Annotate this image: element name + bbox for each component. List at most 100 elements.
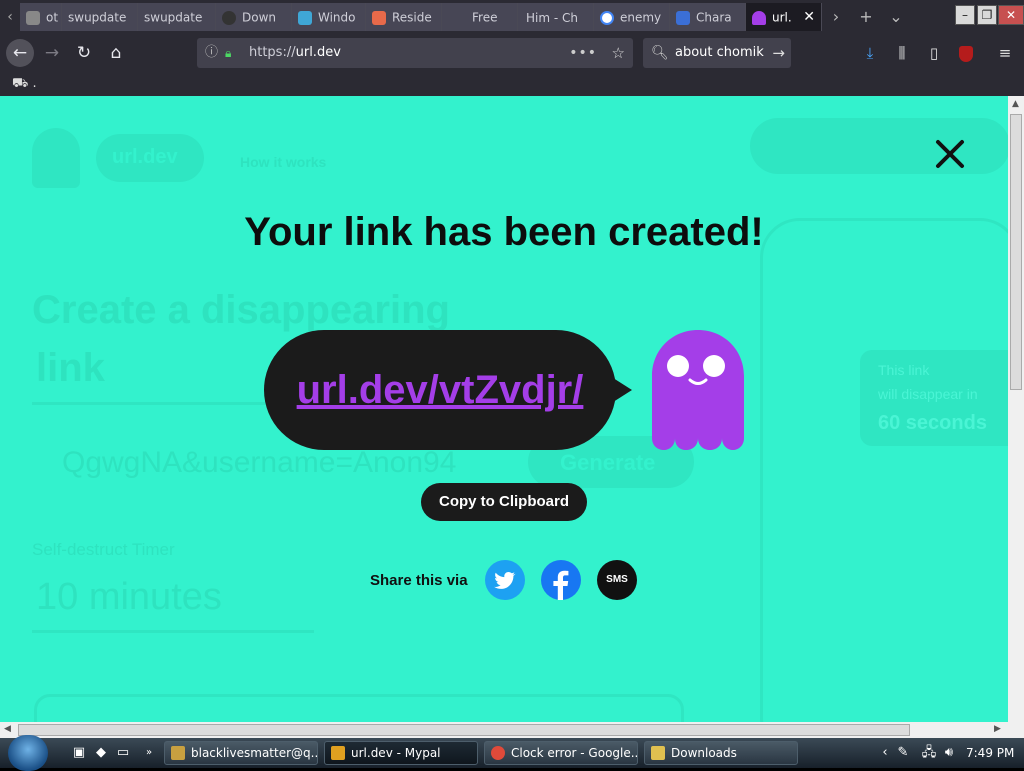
favicon-icon [222,10,236,25]
show-desktop-icon[interactable]: ▭ [114,744,132,762]
library-icon[interactable]: ⫼ [889,39,915,67]
search-query[interactable]: about chomik [675,38,764,68]
taskbar-item-active[interactable]: url.dev - Mypal [324,741,478,765]
background-panel [34,694,684,722]
sidebar-icon[interactable]: ▯ [921,39,947,67]
lock-icon[interactable]: 🔒︎ [225,38,231,68]
download-icon[interactable]: ⤓ [857,39,883,67]
tray-app-icon[interactable]: ✎ [894,744,912,762]
scroll-right-icon[interactable]: ▶ [994,724,1001,734]
background-phone [760,218,1008,722]
home-button[interactable]: ⌂ [102,39,130,67]
taskbar: ▣ ◆ ▭ » blacklivesmatter@q... url.dev - … [0,735,1024,771]
network-icon[interactable]: 🖧︎ [920,744,938,762]
tab[interactable]: Chara [670,3,746,31]
twitter-share-button[interactable] [485,560,525,600]
new-tab-button[interactable]: + [854,3,878,31]
tab-scroll-left-button[interactable]: ‹ [0,0,20,34]
tab[interactable]: enemy [594,3,670,31]
tray-expand-icon[interactable]: ‹ [876,744,894,762]
menu-icon[interactable]: ≡ [992,39,1018,67]
bookmarks-toolbar: ⛟ . [0,72,1024,96]
tab-scroll-right-button[interactable]: › [824,3,848,31]
ghost-favicon-icon [752,10,766,25]
tab[interactable]: Free [442,3,518,31]
navigation-toolbar: ← → ↻ ⌂ ⓘ 🔒︎ https://url.dev ••• ☆ 🔍︎ ab… [0,34,1024,72]
arrow-left-icon: ← [12,43,28,63]
taskbar-item[interactable]: Clock error - Google... [484,741,638,765]
horizontal-scrollbar[interactable]: ◀ ▶ [0,722,1008,738]
volume-icon[interactable]: 🔊︎ [940,744,958,762]
scroll-left-icon[interactable]: ◀ [4,724,11,734]
tab-active[interactable]: url. ✕ [746,3,822,31]
taskbar-item[interactable]: blacklivesmatter@q... [164,741,318,765]
search-bar[interactable]: 🔍︎ about chomik → [643,38,791,68]
tab[interactable]: ot m [20,3,62,31]
task-icon [331,746,345,760]
google-icon [600,10,614,25]
background-logo-text: url.dev [112,146,178,168]
tab[interactable]: Him - Ch [518,3,594,31]
close-window-button[interactable]: ✕ [998,5,1024,25]
ublock-icon[interactable] [953,39,979,67]
tab[interactable]: swupdate [62,3,138,31]
home-icon: ⌂ [110,43,122,63]
search-go-icon[interactable]: → [772,38,785,68]
tab[interactable]: swupdate [138,3,216,31]
facebook-icon [553,570,569,600]
copy-to-clipboard-button[interactable]: Copy to Clipboard [421,483,587,521]
search-icon: 🔍︎ [651,45,669,61]
maximize-window-button[interactable]: ❐ [977,5,997,25]
task-icon [171,746,185,760]
tab[interactable]: Reside [366,3,442,31]
reload-button[interactable]: ↻ [70,39,98,67]
minimize-window-button[interactable]: – [955,5,975,25]
page-actions-button[interactable]: ••• [569,38,597,68]
bookmark-item[interactable]: ⛟ . [12,74,37,94]
quicklaunch-icon[interactable]: ▣ [70,744,88,762]
vertical-scrollbar[interactable]: ▲ [1008,96,1024,722]
sms-share-button[interactable]: SMS [597,560,637,600]
tab[interactable]: Windo [292,3,366,31]
tab-list-button[interactable]: ⌄ [884,3,908,31]
background-heading-2: link [36,346,105,390]
tab-strip: ‹ ot m swupdate swupdate Down Windo Resi… [0,0,1024,34]
background-timer-value: 10 minutes [36,576,222,618]
background-divider-2 [32,630,314,633]
clock[interactable]: 7:49 PM [966,738,1014,768]
close-icon[interactable] [930,134,970,174]
scroll-up-icon[interactable]: ▲ [1012,99,1019,109]
short-link[interactable]: url.dev/vtZvdjr/ [264,360,616,420]
tab[interactable]: Down [216,3,292,31]
arrow-right-icon: → [44,43,60,63]
reload-icon: ↻ [76,43,92,63]
favicon-icon [26,10,40,25]
quicklaunch-more-icon[interactable]: » [140,744,158,762]
taskbar-item[interactable]: Downloads [644,741,798,765]
favicon-icon [676,10,690,25]
background-nav-link: How it works [240,154,327,170]
scroll-corner [1008,722,1024,738]
folder-icon [651,746,665,760]
bookmark-icon: ⛟ [12,76,29,91]
background-heading: Create a disappearing [32,288,450,332]
facebook-share-button[interactable] [541,560,581,600]
bookmark-star-icon[interactable]: ☆ [612,38,625,68]
info-icon[interactable]: ⓘ [205,38,218,68]
background-logo-ghost [32,128,80,188]
background-input-value: QgwgNA&username=Anon94 [62,446,457,479]
close-tab-icon[interactable]: ✕ [803,3,815,31]
quicklaunch-icon[interactable]: ◆ [92,744,110,762]
start-button[interactable] [8,735,48,771]
forward-button[interactable]: → [38,39,66,67]
background-timer-label: Self-destruct Timer [32,540,175,559]
page-content: url.dev How it works Create a disappeari… [0,96,1008,722]
back-button[interactable]: ← [6,39,34,67]
vertical-scroll-thumb[interactable] [1010,114,1022,390]
address-bar[interactable]: ⓘ 🔒︎ https://url.dev ••• ☆ [197,38,633,68]
twitter-icon [494,571,516,589]
modal-title: Your link has been created! [244,210,764,254]
favicon-icon [298,10,312,25]
horizontal-scroll-thumb[interactable] [18,724,910,736]
url-text[interactable]: https://url.dev [249,38,341,68]
